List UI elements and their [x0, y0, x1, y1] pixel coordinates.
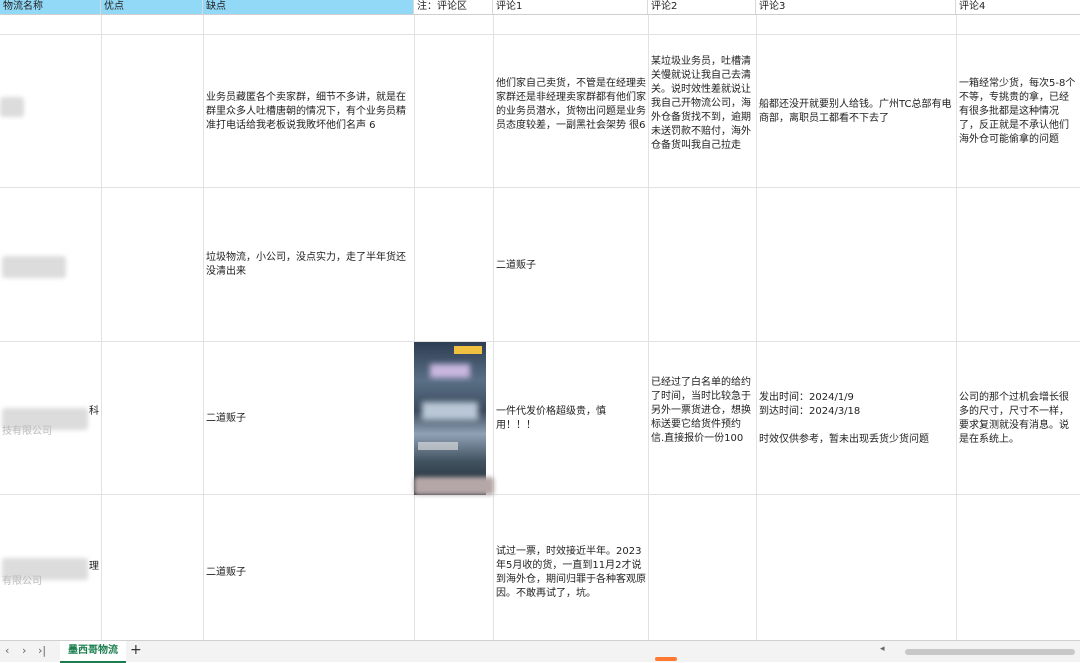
- image-blur-area: [422, 402, 478, 420]
- row4-name-fragment2: 有限公司: [2, 576, 42, 587]
- horizontal-scrollbar[interactable]: [905, 649, 1075, 655]
- row1-comment3[interactable]: 船都还没开就要别人给钱。广州TC总部有电商部，离职员工都看不下去了: [759, 98, 955, 126]
- header-note[interactable]: 注：评论区: [414, 0, 493, 14]
- col-divider: [414, 15, 415, 640]
- row-divider: [0, 494, 1080, 495]
- col-divider: [101, 15, 102, 640]
- row1-comment4[interactable]: 一箱经常少货，每次5-8个不等，专挑贵的拿，已经有很多批都是这种情况了，反正就是…: [959, 77, 1078, 147]
- row3-comment1[interactable]: 一件代发价格超级贵，慎用！！！: [496, 405, 626, 433]
- col-divider: [203, 15, 204, 640]
- header-comment4[interactable]: 评论4: [956, 0, 1080, 14]
- row-divider: [0, 187, 1080, 188]
- nav-last-icon[interactable]: ›|: [38, 644, 46, 657]
- nav-next-icon[interactable]: ›: [22, 644, 26, 657]
- col-divider: [648, 15, 649, 640]
- row-divider: [0, 34, 1080, 35]
- add-sheet-icon[interactable]: +: [130, 642, 142, 658]
- header-pros[interactable]: 优点: [101, 0, 203, 14]
- row1-comment1[interactable]: 他们家自己卖货，不管是在经理卖家群还是非经理卖家群都有他们家的业务员潜水，货物出…: [496, 77, 646, 133]
- header-name[interactable]: 物流名称: [0, 0, 101, 14]
- row1-comment2[interactable]: 某垃圾业务员，吐槽清关慢就说让我自己去清关。说时效性差就说让我自己开物流公司，海…: [651, 55, 755, 153]
- col-divider: [493, 15, 494, 640]
- redacted-overlay: [414, 477, 494, 495]
- row4-comment1[interactable]: 试过一票，时效接近半年。2023年5月收的货，一直到11月2才说到海外仓，期间归…: [496, 545, 646, 601]
- embedded-screenshot-image[interactable]: [414, 342, 486, 495]
- image-tag-decoration: [454, 346, 482, 354]
- sheet-tab-bar: ‹ › ›| 墨西哥物流 + ◂: [0, 640, 1080, 663]
- image-detail: [418, 442, 458, 450]
- orange-indicator: [655, 657, 677, 661]
- row3-name-fragment2: 技有限公司: [2, 426, 52, 437]
- col-divider: [956, 15, 957, 640]
- spreadsheet-grid[interactable]: 业务员藏匿各个卖家群，细节不多讲，就是在群里众多人吐槽唐朝的情况下，有个业务员精…: [0, 15, 1080, 640]
- redacted-name: [2, 256, 66, 278]
- header-cons[interactable]: 缺点: [203, 0, 414, 14]
- row3-name-fragment: 科: [89, 406, 99, 417]
- row3-cons[interactable]: 二道贩子: [206, 412, 411, 426]
- row2-cons[interactable]: 垃圾物流，小公司，没点实力，走了半年货还没清出来: [206, 251, 411, 279]
- column-header-row: 物流名称 优点 缺点 注：评论区 评论1 评论2 评论3 评论4: [0, 0, 1080, 15]
- row4-cons[interactable]: 二道贩子: [206, 566, 411, 580]
- header-comment1[interactable]: 评论1: [493, 0, 648, 14]
- image-blur-area: [430, 364, 470, 378]
- header-comment3[interactable]: 评论3: [756, 0, 956, 14]
- sheet-tab-mexico-logistics[interactable]: 墨西哥物流: [60, 641, 126, 663]
- redacted-name: [0, 97, 24, 117]
- row3-comment4[interactable]: 公司的那个过机会增长很多的尺寸，尺寸不一样，要求复测就没有消息。说是在系统上。: [959, 391, 1078, 447]
- row4-name-fragment: 理: [89, 561, 99, 572]
- row3-comment2[interactable]: 已经过了白名单的给约了时间，当时比较急于另外一票货进仓，想换标送要它给货件预约信…: [651, 376, 751, 446]
- row-divider: [0, 341, 1080, 342]
- row3-comment3-line2[interactable]: 到达时间：2024/3/18: [759, 405, 955, 419]
- row3-comment3-line1[interactable]: 发出时间：2024/1/9: [759, 391, 955, 405]
- col-divider: [756, 15, 757, 640]
- row1-cons[interactable]: 业务员藏匿各个卖家群，细节不多讲，就是在群里众多人吐槽唐朝的情况下，有个业务员精…: [206, 91, 411, 133]
- header-comment2[interactable]: 评论2: [648, 0, 756, 14]
- row2-comment1[interactable]: 二道贩子: [496, 259, 646, 273]
- scroll-left-icon[interactable]: ◂: [880, 644, 885, 654]
- row3-comment3-line3[interactable]: 时效仅供参考，暂未出现丢货少货问题: [759, 433, 955, 447]
- nav-prev-icon[interactable]: ‹: [5, 644, 9, 657]
